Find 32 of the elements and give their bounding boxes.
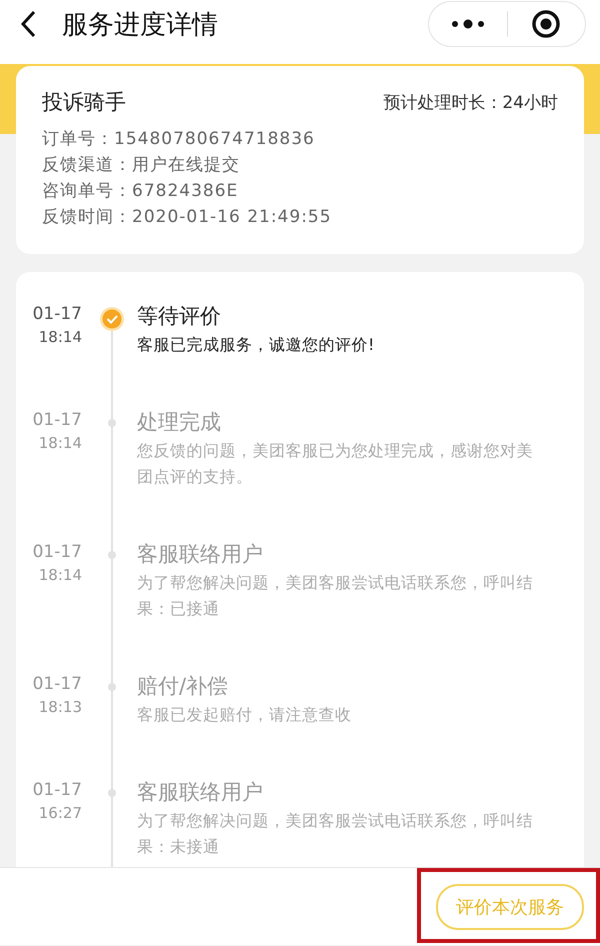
info-line: 反馈时间：2020-01-16 21:49:55 [42,206,333,229]
event-title: 客服联络用户 [137,779,264,806]
event-time: 18:14 [38,327,82,348]
event-time: 18:13 [38,697,82,718]
event-date: 01-17 [32,779,82,802]
event-date: 01-17 [32,541,82,564]
more-icon [450,19,485,29]
page-title: 服务进度详情 [62,8,218,42]
event-date: 01-17 [32,673,82,696]
circle-dot-icon [531,9,562,39]
event-title: 赔付/补偿 [137,673,230,700]
back-icon [18,9,38,39]
event-text: 为了帮您解决问题，美团客服尝试电话联系您，呼叫结果：已接通 [137,572,534,620]
info-line: 反馈渠道：用户在线提交 [42,154,241,177]
event-time: 18:14 [38,565,82,586]
event-title: 等待评价 [137,303,222,330]
event-date: 01-17 [32,409,82,432]
event-text: 您反馈的问题，美团客服已为您处理完成，感谢您对美团点评的支持。 [137,440,534,488]
event-text: 客服已发起赔付，请注意查收 [137,704,352,726]
info-line: 订单号：15480780674718836 [42,128,316,151]
complaint-title: 投诉骑手 [42,89,126,116]
event-time: 18:14 [38,433,82,454]
info-line: 咨询单号：67824386E [42,180,240,203]
event-title: 客服联络用户 [137,541,264,568]
event-title: 处理完成 [137,409,222,436]
event-time: 16:27 [38,803,82,824]
event-date: 01-17 [32,303,82,326]
event-text: 客服已完成服务，诚邀您的评价! [137,334,376,356]
rate-service-button[interactable]: 评价本次服务 [436,884,584,930]
event-text: 为了帮您解决问题，美团客服尝试电话联系您，呼叫结果：未接通 [137,810,534,858]
back-button[interactable] [18,9,38,39]
estimate-text: 预计处理时长：24小时 [383,92,558,114]
